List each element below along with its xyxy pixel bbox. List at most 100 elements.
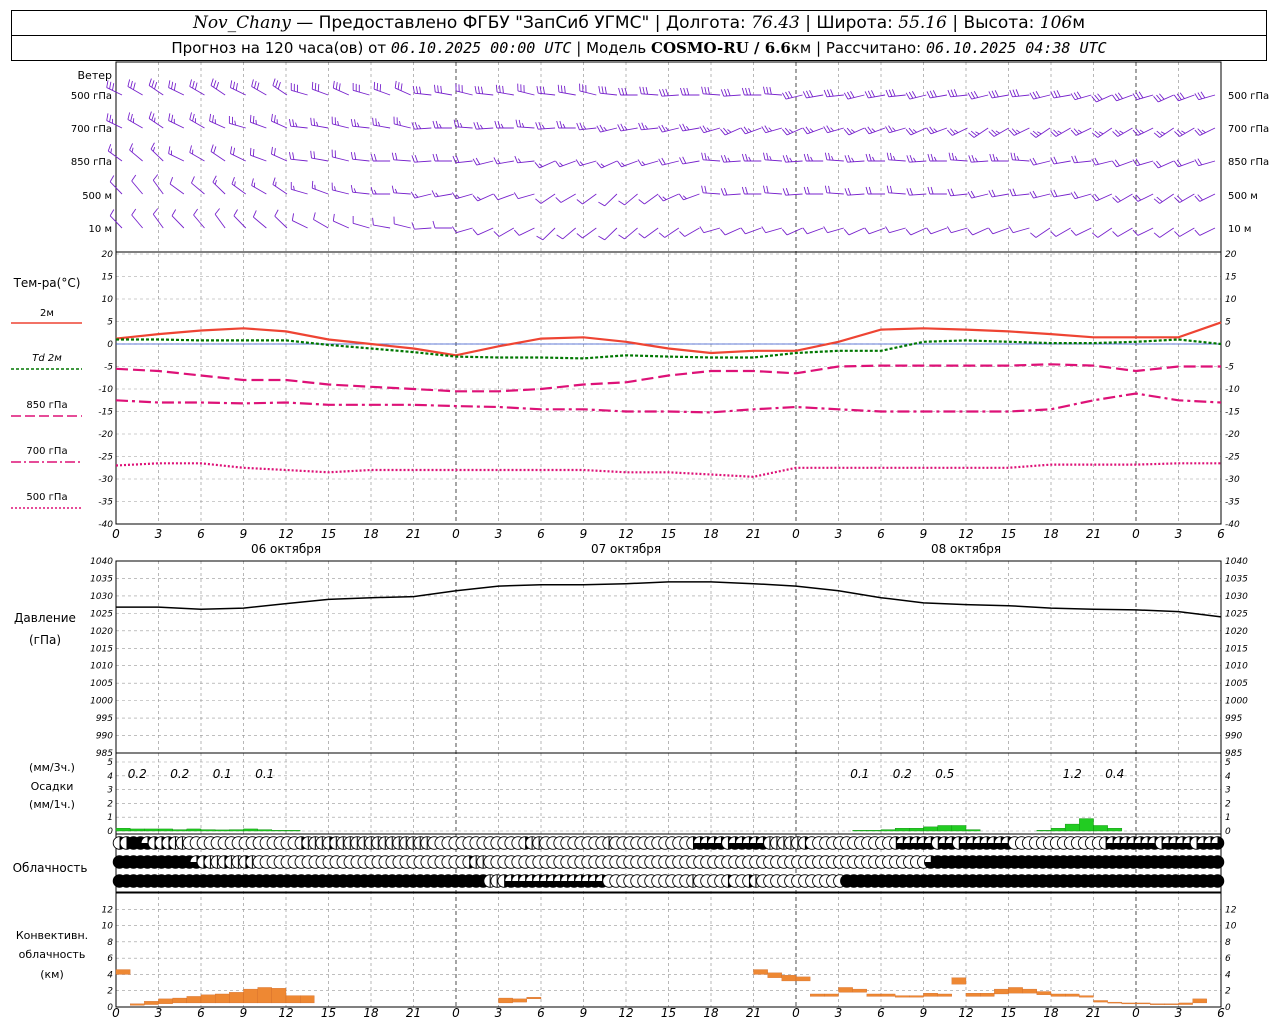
wind-barb <box>251 185 267 195</box>
wind-barb-feather <box>905 92 911 100</box>
wind-barb-feather <box>1111 160 1117 168</box>
wind-barb-feather <box>169 177 174 185</box>
legend-t700: 700 гПа <box>26 446 67 457</box>
wind-barb-feather <box>500 123 504 129</box>
press-ytick: 1015 <box>90 644 113 654</box>
wind-barb-feather <box>992 153 996 162</box>
wind-barb-feather <box>189 112 192 120</box>
temp-ytick: -30 <box>98 475 113 485</box>
wind-barb-feather <box>723 127 729 134</box>
wind-barb <box>517 90 535 96</box>
wind-barb <box>848 227 865 236</box>
wind-barb <box>1179 127 1195 137</box>
wind-barb-feather <box>536 85 539 94</box>
wind-barb-feather <box>1073 92 1079 100</box>
wind-barb <box>373 224 391 229</box>
wind-barb-feather <box>1160 131 1166 135</box>
conv-bar <box>753 969 768 975</box>
wind-barb <box>189 119 205 129</box>
wind-barb <box>807 127 824 135</box>
press-ytick: 1005 <box>90 679 113 689</box>
wind-barb-feather <box>1138 91 1144 99</box>
wind-barb <box>353 89 370 96</box>
press-ytick: 1025 <box>90 609 113 619</box>
wind-barb-feather <box>472 195 479 202</box>
wind-barb-feather <box>536 235 544 241</box>
wind-barb-feather <box>701 185 704 193</box>
precip-ytick-right: 4 <box>1225 772 1231 782</box>
wind-barb-feather <box>727 88 731 96</box>
wind-barb-feather <box>1009 89 1013 97</box>
wind-barb-feather <box>133 82 136 90</box>
wind-barb <box>604 193 618 207</box>
wind-barb-feather <box>310 150 312 159</box>
xtick-label: 6 <box>1217 1006 1225 1020</box>
wind-barb-feather <box>704 86 707 95</box>
wind-barb <box>1097 227 1113 238</box>
wind-barb-feather <box>954 155 958 161</box>
press-ytick: 1040 <box>90 557 113 567</box>
wind-barb <box>641 160 659 167</box>
wind-barb <box>127 86 143 96</box>
wind-barb-feather <box>908 127 915 134</box>
wind-barb <box>786 227 803 236</box>
wind-barb <box>1096 193 1113 202</box>
wind-barb-feather <box>823 226 828 233</box>
legend-t850: 850 гПа <box>26 400 67 411</box>
wind-barb-feather <box>514 155 518 163</box>
wind-barb-feather <box>1076 91 1082 99</box>
wind-barb-feather <box>741 87 745 96</box>
date-label: 06 октября <box>251 542 321 556</box>
cloud-symbol-fill <box>1211 855 1224 869</box>
precip-ytick: 1 <box>107 813 113 823</box>
wind-barb-feather <box>432 120 436 129</box>
wind-barb-feather <box>930 186 934 195</box>
wind-barb-feather <box>397 82 400 90</box>
wind-barb <box>250 121 267 129</box>
precip-bar <box>1050 828 1066 832</box>
precip-bar <box>909 828 924 832</box>
precip-3h-label: 0.4 <box>1105 767 1124 781</box>
wind-barb-feather <box>273 148 276 156</box>
wind-barb-feather <box>350 151 354 160</box>
wind-barb <box>703 159 721 162</box>
wind-barb-feather <box>830 89 834 97</box>
conv-bar <box>130 1003 145 1006</box>
wind-barb-feather <box>662 196 667 200</box>
wind-barb-feather <box>892 127 896 132</box>
precip-bar <box>965 829 981 832</box>
wind-barb <box>1055 127 1071 137</box>
conv-bar <box>781 975 797 982</box>
wind-barb-feather <box>249 147 252 156</box>
precip-bar <box>880 829 896 832</box>
wind-barb-feather <box>1153 132 1160 138</box>
wind-barb-feather <box>579 122 584 130</box>
wind-barb <box>353 222 370 229</box>
wind-barb-feather <box>476 196 481 200</box>
wind-barb-feather <box>455 194 460 199</box>
press-ytick-right: 1035 <box>1225 574 1248 584</box>
wind-barb <box>764 192 782 195</box>
wind-barb-feather <box>748 156 752 162</box>
conv-bar <box>980 993 995 997</box>
xtick-label: 18 <box>363 527 379 541</box>
wind-barb-feather <box>953 89 958 97</box>
wind-barb <box>1199 127 1216 136</box>
wind-barb-feather <box>809 90 814 98</box>
wind-barb-feather <box>810 156 813 162</box>
xtick-label: 0 <box>1132 527 1140 541</box>
wind-barb-feather <box>707 87 710 95</box>
wind-barb-feather <box>411 155 415 163</box>
wind-barb-feather <box>395 152 398 161</box>
xtick-label: 9 <box>920 527 928 541</box>
wind-barb-feather <box>596 125 601 133</box>
wind-barb-feather <box>495 84 498 93</box>
conv-bar <box>880 993 896 997</box>
wind-barb <box>212 181 226 195</box>
conv-title-2: облачность <box>19 948 86 961</box>
temp-ytick: 5 <box>107 318 113 328</box>
wind-barb <box>129 149 143 162</box>
wind-barb-feather <box>1132 229 1139 236</box>
wind-barb-feather <box>107 144 112 152</box>
precip-bar <box>186 828 202 832</box>
